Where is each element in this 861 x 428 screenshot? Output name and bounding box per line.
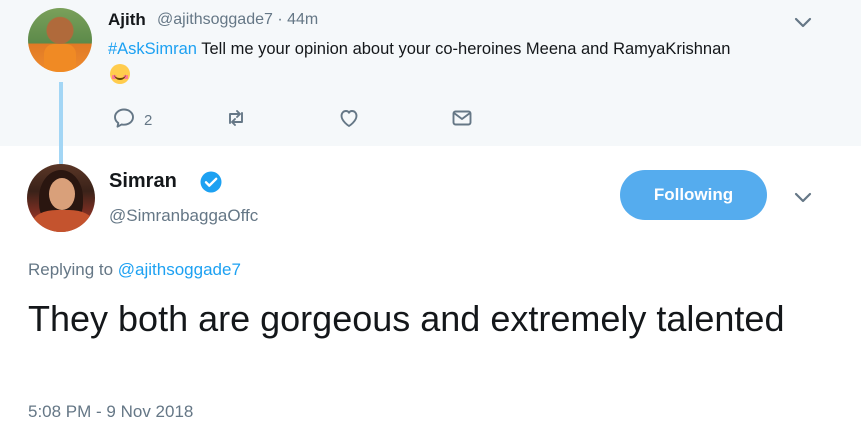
parent-author-meta: @ajithsoggade7 · 44m [157,11,318,29]
author-name[interactable]: Simran [109,170,177,193]
chevron-down-icon[interactable] [793,12,813,32]
reply-icon [112,106,136,135]
reply-button[interactable]: 2 [112,106,152,135]
tweet-text: They both are gorgeous and extremely tal… [28,298,785,339]
parent-tweet-time[interactable]: 44m [287,11,318,28]
replying-to-label: Replying to [28,260,118,279]
parent-tweet-text: #AskSimran Tell me your opinion about yo… [108,36,748,90]
like-button[interactable] [337,106,361,135]
meta-separator: · [277,11,283,28]
avatar[interactable] [28,8,92,72]
hashtag-link[interactable]: #AskSimran [108,40,197,58]
retweet-icon [224,106,248,135]
parent-tweet-body: Tell me your opinion about your co-heroi… [196,40,731,58]
parent-tweet[interactable]: Ajith @ajithsoggade7 · 44m #AskSimran Te… [0,0,861,146]
parent-author-handle[interactable]: @ajithsoggade7 [157,11,273,28]
chevron-down-icon[interactable] [793,187,813,207]
retweet-button[interactable] [224,106,248,135]
envelope-icon [450,106,474,135]
reply-count: 2 [144,112,153,129]
parent-author-name[interactable]: Ajith [108,10,146,30]
replying-to-line: Replying to @ajithsoggade7 [28,260,241,280]
mention-link[interactable]: @ajithsoggade7 [118,260,241,279]
smiling-face-emoji-icon [110,64,130,84]
verified-badge-icon [199,170,223,194]
author-handle[interactable]: @SimranbaggaOffc [109,206,258,226]
following-button[interactable]: Following [620,170,767,220]
thread-connector-line [59,82,63,172]
tweet-timestamp[interactable]: 5:08 PM - 9 Nov 2018 [28,402,193,422]
avatar[interactable] [27,164,95,232]
direct-message-button[interactable] [450,106,474,135]
heart-icon [337,106,361,135]
